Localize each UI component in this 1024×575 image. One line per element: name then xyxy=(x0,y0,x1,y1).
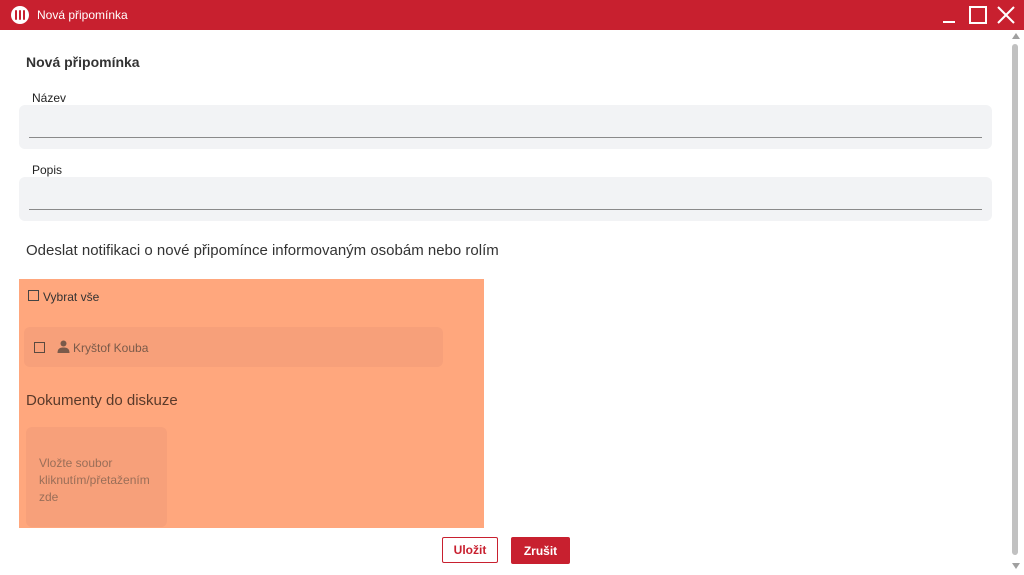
recipient-row[interactable]: Kryštof Kouba xyxy=(24,327,443,367)
file-dropzone[interactable]: Vložte soubor kliknutím/přetažením zde xyxy=(26,427,167,527)
person-icon xyxy=(57,340,70,353)
minimize-button[interactable] xyxy=(938,3,962,27)
title-bar: Nová připomínka xyxy=(0,0,1024,30)
select-all-label[interactable]: Vybrat vše xyxy=(43,290,99,304)
cancel-button[interactable]: Zrušit xyxy=(511,537,570,564)
window-title: Nová připomínka xyxy=(37,8,128,22)
recipient-name: Kryštof Kouba xyxy=(73,341,149,355)
scroll-up-arrow-icon[interactable] xyxy=(1012,33,1020,39)
maximize-button[interactable] xyxy=(966,3,990,27)
close-button[interactable] xyxy=(994,3,1018,27)
recipients-panel: Vybrat vše Kryštof Kouba Dokumenty do di… xyxy=(19,279,484,528)
documents-heading: Dokumenty do diskuze xyxy=(26,392,178,409)
dialog-window: Nová připomínka Nová připomínka Název Po… xyxy=(0,0,1024,575)
app-logo-icon xyxy=(11,6,29,24)
maximize-icon xyxy=(969,6,987,24)
save-button[interactable]: Uložit xyxy=(442,537,498,563)
close-icon xyxy=(997,6,1015,24)
notify-text: Odeslat notifikaci o nové připomínce inf… xyxy=(26,242,499,259)
description-label: Popis xyxy=(32,163,63,177)
name-field[interactable] xyxy=(29,111,982,138)
dialog-content: Nová připomínka Název Popis Odeslat noti… xyxy=(0,30,1008,575)
name-label: Název xyxy=(32,91,67,105)
page-title: Nová připomínka xyxy=(26,54,140,70)
recipient-checkbox[interactable] xyxy=(34,342,45,353)
scroll-thumb[interactable] xyxy=(1012,44,1018,555)
description-field[interactable] xyxy=(29,183,982,210)
vertical-scrollbar[interactable] xyxy=(1008,30,1024,575)
dropzone-text: Vložte soubor kliknutím/přetažením zde xyxy=(39,456,150,504)
select-all-checkbox[interactable] xyxy=(28,290,39,301)
description-field-container xyxy=(19,177,992,221)
minimize-icon xyxy=(943,21,955,23)
name-field-container xyxy=(19,105,992,149)
scroll-down-arrow-icon[interactable] xyxy=(1012,563,1020,569)
